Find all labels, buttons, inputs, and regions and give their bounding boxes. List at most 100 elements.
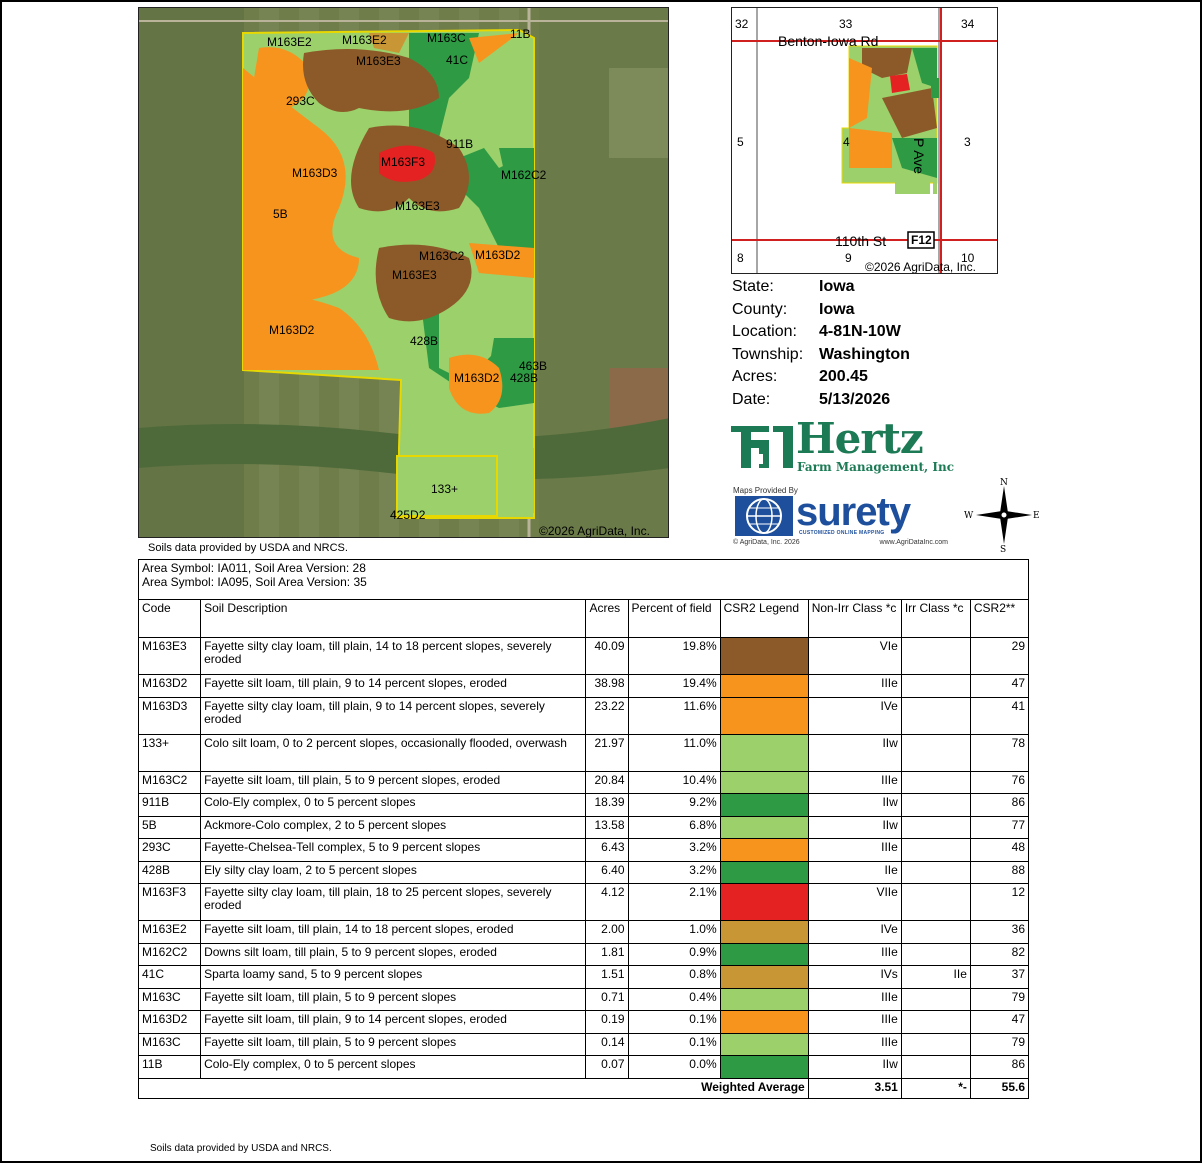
nonirr-class: IIw <box>807 733 902 772</box>
map-label: M162C2 <box>501 168 547 182</box>
csr2-legend-swatch <box>719 815 809 839</box>
compass-e: E <box>1033 511 1040 521</box>
info-row-state: State: Iowa <box>732 276 1032 299</box>
soil-rows: M163E3 Fayette silty clay loam, till plai… <box>137 637 1030 1079</box>
csr2-value: 12 <box>969 883 1030 921</box>
nonirr-class: IVe <box>807 920 902 944</box>
soil-percent: 1.0% <box>627 920 721 944</box>
soil-description: Fayette silt loam, till plain, 5 to 9 pe… <box>200 1032 587 1056</box>
soil-map[interactable]: M163E2 M163E2 M163C 11B M163E3 41C 293C … <box>138 7 669 538</box>
csr2-value: 86 <box>969 793 1030 817</box>
map-label: M163E2 <box>267 35 312 49</box>
soil-description: Fayette silt loam, till plain, 5 to 9 pe… <box>200 987 587 1011</box>
weighted-average-row: Weighted Average 3.51 *- 55.6 <box>138 1077 1030 1099</box>
surety-footer: © AgriData, Inc. 2026 www.AgriDataInc.co… <box>733 539 948 546</box>
nonirr-class: IIIe <box>807 1032 902 1056</box>
soil-acres: 6.40 <box>585 860 629 884</box>
irr-class <box>900 883 971 921</box>
map-label: M163D2 <box>454 371 500 385</box>
soil-percent: 2.1% <box>627 883 721 921</box>
soil-code: M163E2 <box>137 920 202 944</box>
maps-provided-by: Maps Provided By <box>733 486 798 495</box>
area-symbol-cell: Area Symbol: IA011, Soil Area Version: 2… <box>138 559 1029 600</box>
soil-description: Ely silty clay loam, 2 to 5 percent slop… <box>200 860 587 884</box>
soil-acres: 21.97 <box>585 733 629 772</box>
map-label: 425D2 <box>390 508 426 522</box>
csr2-legend-swatch <box>719 733 809 772</box>
soil-acres: 13.58 <box>585 815 629 839</box>
soil-acres: 1.51 <box>585 965 629 989</box>
nonirr-class: VIIe <box>807 883 902 921</box>
header-legend: CSR2 Legend <box>719 599 809 638</box>
weighted-csr2: 55.6 <box>969 1077 1030 1099</box>
table-row: M163C Fayette silt loam, till plain, 5 to… <box>137 987 1030 1011</box>
map-label: M163E3 <box>395 199 440 213</box>
nonirr-class: IIe <box>807 860 902 884</box>
soil-percent: 0.4% <box>627 987 721 1011</box>
csr2-value: 47 <box>969 674 1030 698</box>
soil-percent: 0.1% <box>627 1032 721 1056</box>
irr-class <box>900 793 971 817</box>
map-copyright: ©2026 AgriData, Inc. <box>539 524 650 538</box>
soil-percent: 19.4% <box>627 674 721 698</box>
soil-percent: 3.2% <box>627 838 721 862</box>
soil-code: 133+ <box>137 733 202 772</box>
map-label: 41C <box>446 53 469 67</box>
locator-copyright: ©2026 AgriData, Inc. <box>865 260 976 274</box>
surety-tagline: CUSTOMIZED ONLINE MAPPING <box>799 530 885 536</box>
table-row: M162C2 Downs silt loam, till plain, 5 to … <box>137 942 1030 966</box>
road-label-top: Benton-Iowa Rd <box>778 33 879 49</box>
irr-class: IIe <box>900 965 971 989</box>
locator-map[interactable]: 32 33 34 5 4 3 8 9 10 Benton-Iowa Rd 110… <box>731 7 998 274</box>
map-label: 428B <box>410 334 439 348</box>
info-label: State: <box>732 278 774 296</box>
soil-code: 911B <box>137 793 202 817</box>
nonirr-class: IIw <box>807 815 902 839</box>
section-label: 3 <box>964 135 971 149</box>
soil-percent: 10.4% <box>627 770 721 794</box>
irr-class <box>900 860 971 884</box>
soil-code: 41C <box>137 965 202 989</box>
header-acres: Acres <box>585 599 629 638</box>
csr2-value: 88 <box>969 860 1030 884</box>
area-symbol-line: Area Symbol: IA011, Soil Area Version: 2… <box>142 561 366 575</box>
csr2-value: 86 <box>969 1055 1030 1079</box>
road-label-bottom: 110th St <box>835 233 887 249</box>
soils-note-bottom: Soils data provided by USDA and NRCS. <box>150 1143 332 1154</box>
property-info: State: Iowa County: Iowa Location: 4-81N-10… <box>732 276 1032 411</box>
irr-class <box>900 1032 971 1056</box>
compass-s: S <box>1000 545 1006 552</box>
soil-acres: 0.71 <box>585 987 629 1011</box>
soil-acres: 23.22 <box>585 696 629 735</box>
nonirr-class: IVs <box>807 965 902 989</box>
csr2-value: 48 <box>969 838 1030 862</box>
surety-logo: Maps Provided By surety CUSTOMIZED ONLIN… <box>733 486 948 548</box>
csr2-legend-swatch <box>719 770 809 794</box>
table-row: M163C2 Fayette silt loam, till plain, 5 t… <box>137 770 1030 794</box>
info-row-acres: Acres: 200.45 <box>732 366 1032 389</box>
csr2-value: 47 <box>969 1010 1030 1034</box>
csr2-legend-swatch <box>719 1010 809 1034</box>
irr-class <box>900 942 971 966</box>
irr-class <box>900 1055 971 1079</box>
soil-code: M163D2 <box>137 674 202 698</box>
map-label: M163E3 <box>392 268 437 282</box>
info-value: Washington <box>819 345 910 363</box>
info-row-location: Location: 4-81N-10W <box>732 321 1032 344</box>
map-label: M163D2 <box>475 248 521 262</box>
soil-description: Sparta loamy sand, 5 to 9 percent slopes <box>200 965 587 989</box>
info-value: Iowa <box>819 278 855 296</box>
map-label: M163E2 <box>342 33 387 47</box>
irr-class <box>900 770 971 794</box>
info-label: County: <box>732 300 788 318</box>
header-desc: Soil Description <box>200 599 587 638</box>
table-row: 133+ Colo silt loam, 0 to 2 percent slope… <box>137 733 1030 772</box>
soil-description: Colo silt loam, 0 to 2 percent slopes, o… <box>200 733 587 772</box>
csr2-value: 79 <box>969 987 1030 1011</box>
table-row: 293C Fayette-Chelsea-Tell complex, 5 to 9… <box>137 838 1030 862</box>
area-symbol-line: Area Symbol: IA095, Soil Area Version: 3… <box>142 574 367 589</box>
map-label: 428B <box>510 371 539 385</box>
soil-code: M163C <box>137 1032 202 1056</box>
irr-class <box>900 987 971 1011</box>
csr2-legend-swatch <box>719 860 809 884</box>
